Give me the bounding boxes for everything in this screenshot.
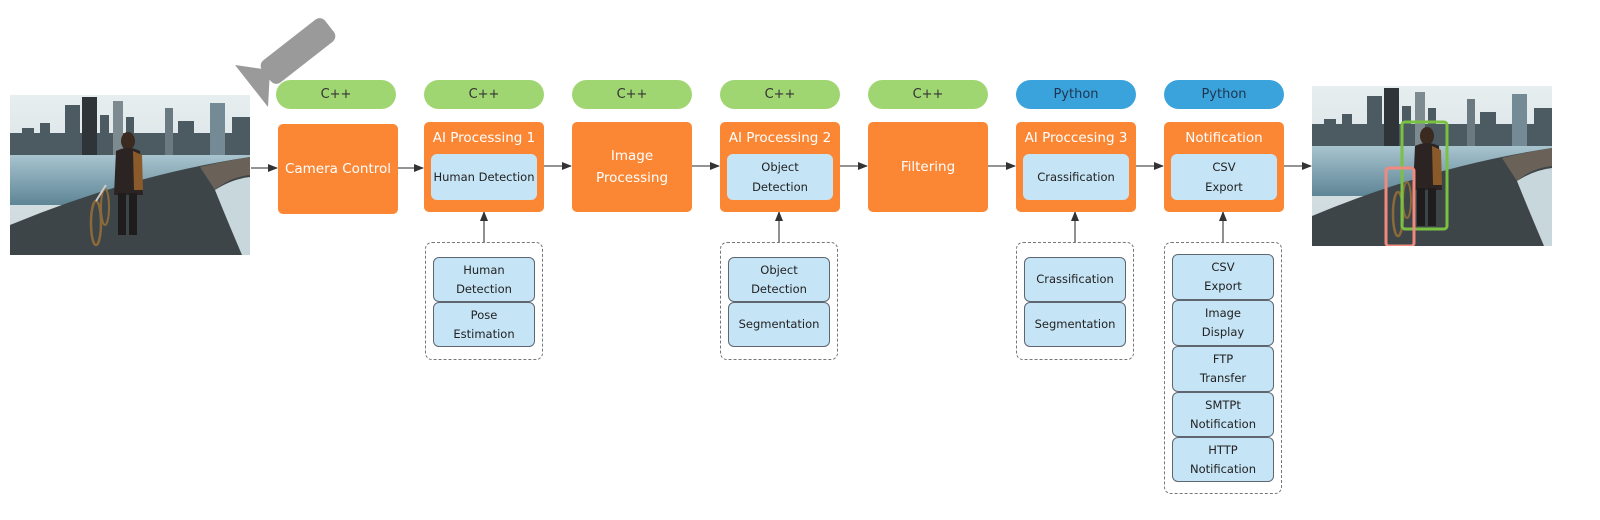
output-image-illustration: [1312, 86, 1552, 246]
stage-image-processing: Image Processing: [572, 122, 692, 212]
language-pill-filtering: C++: [868, 80, 988, 109]
language-pill-ai-processing-2: C++: [720, 80, 840, 109]
stage-label: Camera Control: [284, 161, 392, 177]
output-image: [1312, 86, 1552, 246]
stage-label: Filtering: [900, 159, 956, 175]
option-item: Crassification: [1024, 257, 1126, 302]
stage-camera-control: Camera Control: [278, 124, 398, 214]
stage-notification: Notification CSV Export: [1164, 122, 1284, 212]
options-group-ai-processing-3: Crassification Segmentation: [1016, 242, 1134, 360]
option-item: Object Detection: [728, 257, 830, 302]
stage-active-module: Human Detection: [431, 154, 537, 200]
option-item: HTTP Notification: [1172, 437, 1274, 482]
stage-title: AI Processing 2: [728, 130, 832, 146]
option-item: Image Display: [1172, 300, 1274, 346]
language-pill-ai-processing-1: C++: [424, 80, 544, 109]
stage-filtering: Filtering: [868, 122, 988, 212]
stage-label: Image Processing: [595, 148, 669, 186]
language-pill-ai-processing-3: Python: [1016, 80, 1136, 109]
option-item: Human Detection: [433, 257, 535, 302]
option-item: CSV Export: [1172, 254, 1274, 300]
language-pill-camera-control: C++: [276, 80, 396, 109]
stage-ai-processing-3: AI Proccesing 3 Crassification: [1016, 122, 1136, 212]
stage-active-module: Object Detection: [727, 154, 833, 200]
stage-title: AI Proccesing 3: [1024, 130, 1128, 146]
option-item: Segmentation: [728, 302, 830, 347]
stage-active-module: Crassification: [1023, 154, 1129, 200]
options-group-notification: CSV Export Image Display FTP Transfer SM…: [1164, 242, 1282, 494]
language-pill-notification: Python: [1164, 80, 1284, 109]
options-group-ai-processing-2: Object Detection Segmentation: [720, 242, 838, 360]
stage-ai-processing-2: AI Processing 2 Object Detection: [720, 122, 840, 212]
option-item: SMTPt Notification: [1172, 392, 1274, 437]
stage-ai-processing-1: AI Processing 1 Human Detection: [424, 122, 544, 212]
option-item: FTP Transfer: [1172, 346, 1274, 392]
options-group-ai-processing-1: Human Detection Pose Estimation: [425, 242, 543, 360]
stage-title: Notification: [1185, 130, 1263, 146]
stage-active-module: CSV Export: [1171, 154, 1277, 200]
stage-title: AI Processing 1: [432, 130, 536, 146]
language-pill-image-processing: C++: [572, 80, 692, 109]
option-item: Segmentation: [1024, 302, 1126, 347]
option-item: Pose Estimation: [433, 302, 535, 347]
